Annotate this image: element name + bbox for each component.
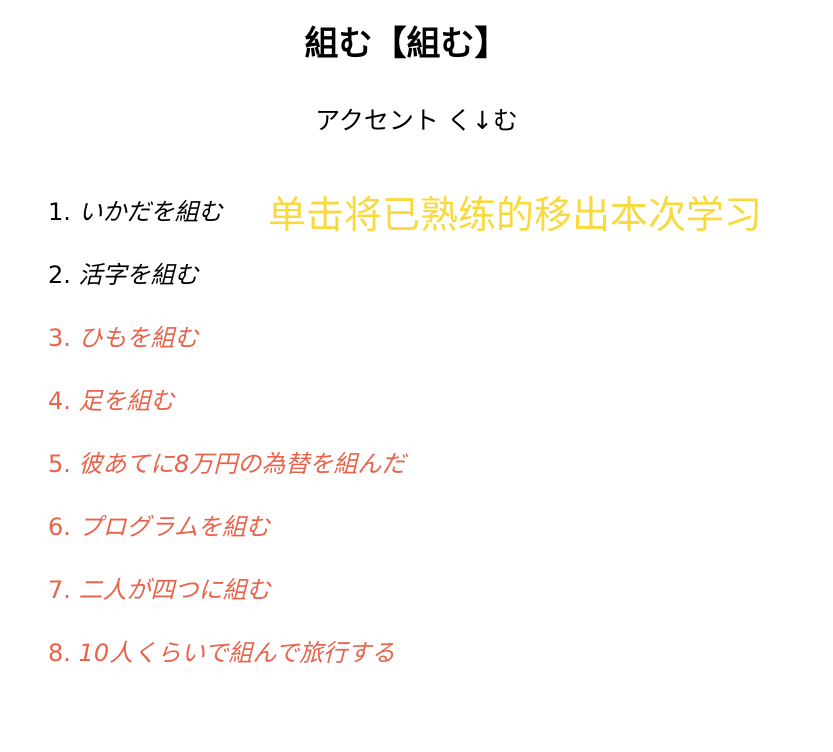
example-item-3[interactable]: 3. ひもを組む bbox=[48, 316, 405, 379]
example-number: 7. bbox=[48, 576, 71, 604]
example-number: 6. bbox=[48, 513, 71, 541]
example-item-4[interactable]: 4. 足を組む bbox=[48, 379, 405, 442]
example-number: 8. bbox=[48, 639, 71, 667]
example-number: 1. bbox=[48, 198, 71, 226]
example-number: 4. bbox=[48, 387, 71, 415]
example-text: ひもを組む bbox=[78, 324, 199, 352]
example-number: 3. bbox=[48, 324, 71, 352]
example-text: プログラムを組む bbox=[78, 513, 270, 541]
example-text: いかだを組む bbox=[78, 198, 223, 226]
example-text: 足を組む bbox=[78, 387, 175, 415]
remove-mastered-banner[interactable]: 单击将已熟练的移出本次学习 bbox=[268, 189, 762, 241]
example-text: 活字を組む bbox=[78, 261, 199, 289]
accent-line: アクセント く↓む bbox=[315, 106, 518, 135]
example-text: 10人くらいで組んで旅行する bbox=[78, 639, 396, 667]
example-item-2[interactable]: 2. 活字を組む bbox=[48, 253, 405, 316]
example-item-6[interactable]: 6. プログラムを組む bbox=[48, 505, 405, 568]
example-text: 二人が四つに組む bbox=[78, 576, 271, 604]
example-number: 5. bbox=[48, 450, 71, 478]
example-item-7[interactable]: 7. 二人が四つに組む bbox=[48, 568, 405, 631]
example-text: 彼あてに8万円の為替を組んだ bbox=[78, 450, 406, 478]
example-item-8[interactable]: 8. 10人くらいで組んで旅行する bbox=[48, 631, 405, 694]
page-title: 組む【組む】 bbox=[304, 24, 509, 64]
example-number: 2. bbox=[48, 261, 71, 289]
example-item-5[interactable]: 5. 彼あてに8万円の為替を組んだ bbox=[48, 442, 405, 505]
example-list: 1. いかだを組む 2. 活字を組む 3. ひもを組む 4. 足を組む 5. 彼… bbox=[48, 190, 405, 694]
